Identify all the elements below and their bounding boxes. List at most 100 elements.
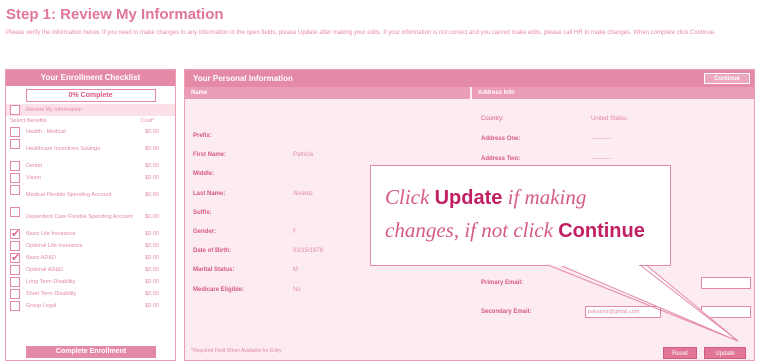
- checklist-item-label: Optional Life Insurance: [26, 243, 83, 249]
- medicare-label: Medicare Eligible:: [193, 287, 245, 293]
- checklist-item-label: Review My Information: [26, 107, 82, 113]
- checklist-item-cost: $0.00: [145, 175, 159, 181]
- checklist-item[interactable]: Medical Flexible Spending Account $0.00: [6, 184, 175, 206]
- checklist-item[interactable]: Dependent Care Flexible Spending Account…: [6, 206, 175, 228]
- checklist-item[interactable]: Basic AD&D $0.00: [6, 251, 175, 264]
- intro-text: Please verify the information below. If …: [6, 30, 716, 36]
- medicare-value: No: [293, 287, 301, 293]
- primary-email-input[interactable]: [701, 277, 751, 289]
- checklist-item-cost: $0.00: [145, 267, 159, 273]
- callout-line-2: changes, if not click Continue: [385, 218, 645, 242]
- checklist-item-cost: $0.00: [145, 291, 159, 297]
- checklist-item-cost: $0.00: [145, 163, 159, 169]
- checklist-item-cost: $0.00: [145, 129, 159, 135]
- reset-button[interactable]: Reset: [663, 347, 697, 359]
- primary-email-label: Primary Email:: [481, 280, 524, 286]
- checkbox[interactable]: [10, 127, 20, 137]
- country-value: United States: [591, 116, 628, 122]
- middle-label: Middle:: [193, 171, 214, 177]
- checklist-item-label: Optional AD&D: [26, 267, 63, 273]
- suffix-label: Suffix:: [193, 210, 212, 216]
- continue-button[interactable]: Continue: [704, 73, 750, 84]
- dob-label: Date of Birth:: [193, 248, 231, 254]
- update-button[interactable]: Update: [704, 347, 746, 359]
- checklist-item-cost: $0.00: [145, 303, 159, 309]
- address-column-header: Address Info: [472, 87, 754, 99]
- secondary-email-input[interactable]: palvarez@gmail.com: [585, 306, 661, 318]
- marital-status-value: M: [293, 267, 298, 273]
- checklist-item-label: Health - Medical: [26, 129, 66, 135]
- checklist-item[interactable]: Optional AD&D $0.00: [6, 264, 175, 276]
- dob-value: 03/15/1978: [293, 248, 324, 254]
- address-two-value: ----------: [591, 156, 611, 162]
- address-one-label: Address One:: [481, 136, 521, 142]
- checklist-item[interactable]: Healthcare Incentives Savings $0.00: [6, 138, 175, 160]
- checklist-item-label: Healthcare Incentives Savings: [26, 146, 100, 152]
- checklist-header: Your Enrollment Checklist: [6, 70, 175, 86]
- checkbox[interactable]: [10, 277, 20, 287]
- checklist-item-label: Short Term Disability: [26, 291, 77, 297]
- checklist-subheader: Select Benefits Cost*: [6, 116, 175, 126]
- first-name-value: Patricia: [293, 152, 314, 158]
- checkbox[interactable]: [10, 139, 20, 149]
- checkbox[interactable]: [10, 265, 20, 275]
- prefix-label: Prefix:: [193, 133, 212, 139]
- callout-box: Click Update if making changes, if not c…: [370, 165, 671, 266]
- checklist-item[interactable]: Basic Life Insurance $0.00: [6, 227, 175, 240]
- checklist-item[interactable]: Group Legal $0.00: [6, 300, 175, 312]
- last-name-value: Alvarez: [293, 191, 314, 197]
- secondary-email-label: Secondary Email:: [481, 309, 532, 315]
- checklist-item[interactable]: Dental $0.00: [6, 160, 175, 172]
- select-benefits-label: Select Benefits: [10, 118, 47, 124]
- enrollment-checklist: Your Enrollment Checklist 0% Complete Re…: [5, 69, 176, 361]
- checklist-item-cost: $0.00: [145, 255, 159, 261]
- checklist-item-label: Group Legal: [26, 303, 57, 309]
- checkbox[interactable]: [10, 161, 20, 171]
- last-name-label: Last Name:: [193, 191, 226, 197]
- address-two-label: Address Two:: [481, 156, 521, 162]
- checklist-item-label: Long Term Disability: [26, 279, 76, 285]
- checkbox[interactable]: [10, 227, 20, 240]
- country-label: Country:: [481, 116, 504, 122]
- checklist-item-cost: $0.00: [145, 279, 159, 285]
- checklist-item-label: Basic Life Insurance: [26, 231, 76, 237]
- checklist-item-cost: $0.00: [145, 243, 159, 249]
- checklist-item-label: Dental: [26, 163, 42, 169]
- secondary-email-extra-input[interactable]: [701, 306, 751, 318]
- panel-header: Your Personal Information Continue: [185, 70, 754, 87]
- checkbox[interactable]: [10, 207, 20, 217]
- checkbox[interactable]: [10, 185, 20, 195]
- checklist-item[interactable]: Short Term Disability $0.00: [6, 288, 175, 300]
- cost-label: Cost*: [141, 118, 155, 124]
- gender-label: Gender:: [193, 229, 217, 235]
- page-title: Step 1: Review My Information: [6, 6, 224, 23]
- checkbox[interactable]: [10, 173, 20, 183]
- checklist-item[interactable]: Optional Life Insurance $0.00: [6, 240, 175, 252]
- checkbox[interactable]: [10, 289, 20, 299]
- progress-indicator: 0% Complete: [25, 89, 156, 102]
- callout-line-1: Click Update if making: [385, 185, 587, 209]
- checklist-item[interactable]: Long Term Disability $0.00: [6, 276, 175, 288]
- checklist-item-label: Vision: [26, 175, 41, 181]
- checklist-item-review[interactable]: Review My Information: [6, 104, 175, 116]
- panel-title: Your Personal Information: [193, 74, 293, 83]
- checklist-item-cost: $0.00: [145, 192, 159, 198]
- address-one-value: ----------: [591, 136, 611, 142]
- checklist-item[interactable]: Vision $0.00: [6, 172, 175, 184]
- marital-status-label: Marital Status:: [193, 267, 235, 273]
- checklist-item-label: Basic AD&D: [26, 255, 56, 261]
- name-column-header: Name: [185, 87, 470, 99]
- callout-update-word: Update: [434, 187, 503, 209]
- checklist-item-label: Medical Flexible Spending Account: [26, 192, 112, 198]
- required-field-note: *Required Field When Available for Entry: [191, 348, 282, 354]
- checkbox[interactable]: [10, 241, 20, 251]
- checklist-item-cost: $0.00: [145, 146, 159, 152]
- checkbox[interactable]: [10, 105, 20, 115]
- gender-value: F: [293, 229, 297, 235]
- complete-enrollment-button[interactable]: Complete Enrollment: [26, 346, 156, 358]
- checklist-item-label: Dependent Care Flexible Spending Account: [26, 214, 133, 220]
- checkbox[interactable]: [10, 301, 20, 311]
- callout-continue-word: Continue: [558, 220, 645, 242]
- checkbox[interactable]: [10, 251, 20, 264]
- checklist-item[interactable]: Health - Medical $0.00: [6, 126, 175, 138]
